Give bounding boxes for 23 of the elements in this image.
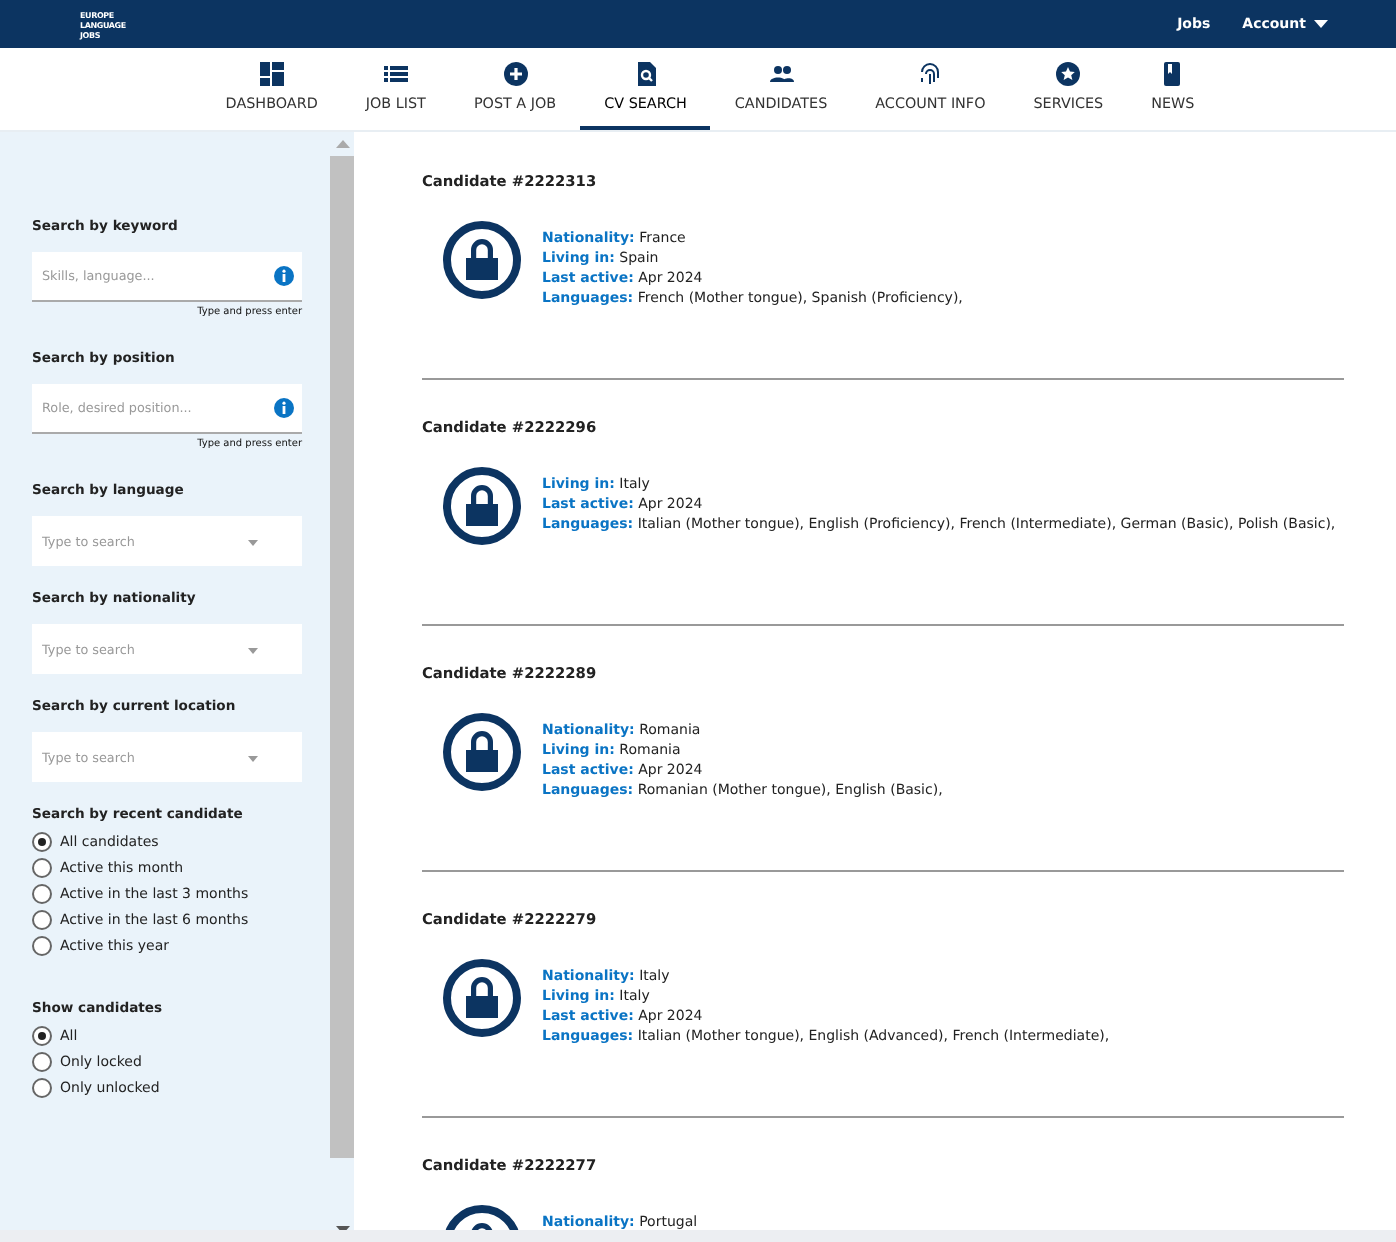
radio-icon[interactable] [32,910,52,930]
info-icon[interactable] [274,266,294,286]
radio-icon[interactable] [32,1052,52,1072]
caret-icon [248,648,258,654]
radio-icon[interactable] [32,936,52,956]
radio-icon[interactable] [32,1026,52,1046]
list-icon [383,62,408,86]
caret-icon [248,756,258,762]
info-icon[interactable] [274,398,294,418]
radio-icon[interactable] [32,858,52,878]
people-icon [769,62,794,86]
star-circle-icon [1056,62,1081,86]
scroll-thumb[interactable] [330,156,354,1158]
caret-icon [248,540,258,546]
plus-circle-icon [503,62,528,86]
book-icon [1160,62,1185,86]
caret-icon [1314,20,1328,28]
radio-icon[interactable] [32,884,52,904]
dashboard-icon [259,62,284,86]
fingerprint-icon [918,62,943,86]
document-search-icon [633,62,658,86]
radio-icon[interactable] [32,1078,52,1098]
radio-icon[interactable] [32,832,52,852]
